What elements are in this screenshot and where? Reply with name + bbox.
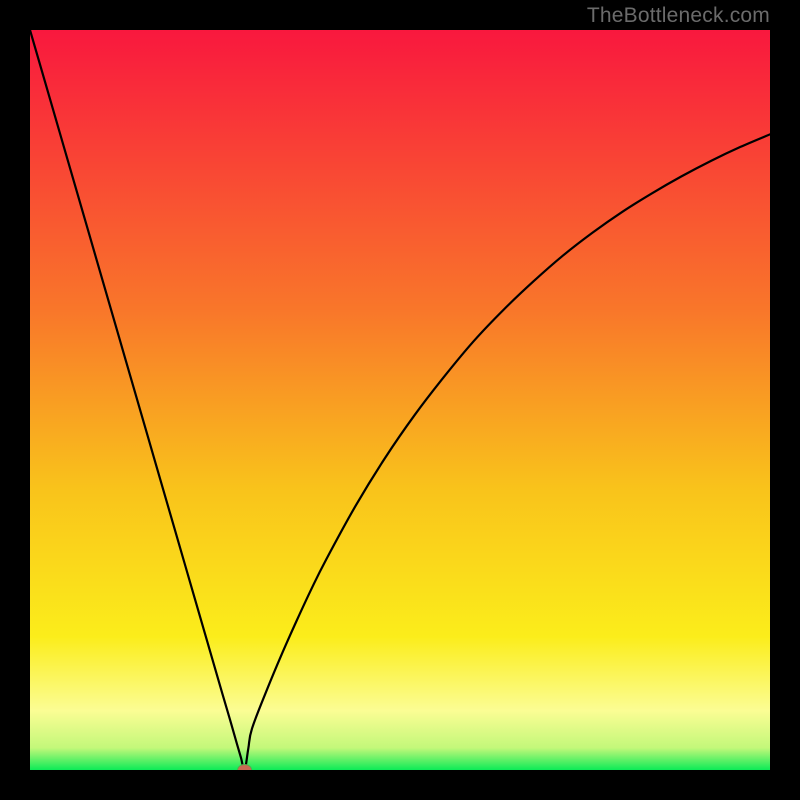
chart-svg bbox=[30, 30, 770, 770]
watermark-text: TheBottleneck.com bbox=[587, 4, 770, 28]
chart-frame: TheBottleneck.com bbox=[0, 0, 800, 800]
gradient-background bbox=[30, 30, 770, 770]
plot-area bbox=[30, 30, 770, 770]
